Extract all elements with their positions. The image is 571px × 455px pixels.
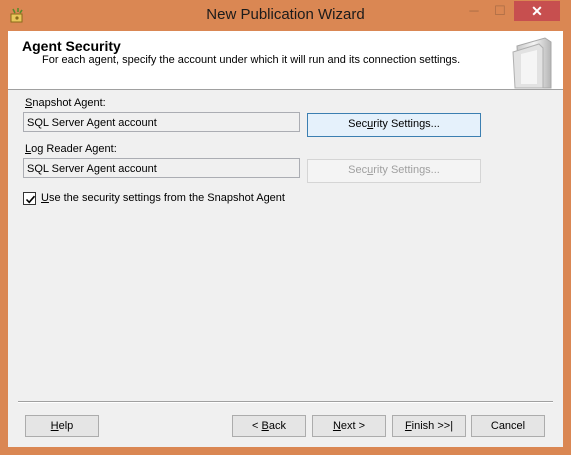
log-reader-agent-account-field[interactable]: SQL Server Agent account — [23, 158, 300, 178]
wizard-pages-graphic — [507, 34, 557, 90]
page-description: For each agent, specify the account unde… — [42, 54, 461, 66]
close-button[interactable]: ✕ — [514, 1, 560, 21]
title-bar[interactable]: New Publication Wizard ─ ☐ ✕ — [0, 0, 571, 32]
checkmark-icon — [25, 195, 36, 204]
use-snapshot-settings-checkbox[interactable] — [23, 192, 36, 205]
use-snapshot-settings-label[interactable]: Use the security settings from the Snaps… — [41, 192, 285, 204]
cancel-button[interactable]: Cancel — [471, 415, 545, 437]
log-reader-agent-label: Log Reader Agent: — [25, 143, 117, 155]
back-button[interactable]: < Back — [232, 415, 306, 437]
maximize-button[interactable]: ☐ — [487, 1, 513, 21]
snapshot-agent-account-field[interactable]: SQL Server Agent account — [23, 112, 300, 132]
log-reader-security-settings-button[interactable]: Security Settings... — [307, 159, 481, 183]
snapshot-security-settings-button[interactable]: Security Settings... — [307, 113, 481, 137]
dialog-client-area: Agent Security For each agent, specify t… — [8, 31, 563, 447]
page-title: Agent Security — [22, 38, 121, 54]
page-header: Agent Security For each agent, specify t… — [8, 31, 563, 90]
next-button[interactable]: Next > — [312, 415, 386, 437]
footer-separator — [18, 401, 553, 403]
snapshot-agent-label: Snapshot Agent: — [25, 97, 106, 109]
finish-button[interactable]: Finish >>| — [392, 415, 466, 437]
minimize-button[interactable]: ─ — [461, 1, 487, 21]
help-button[interactable]: Help — [25, 415, 99, 437]
